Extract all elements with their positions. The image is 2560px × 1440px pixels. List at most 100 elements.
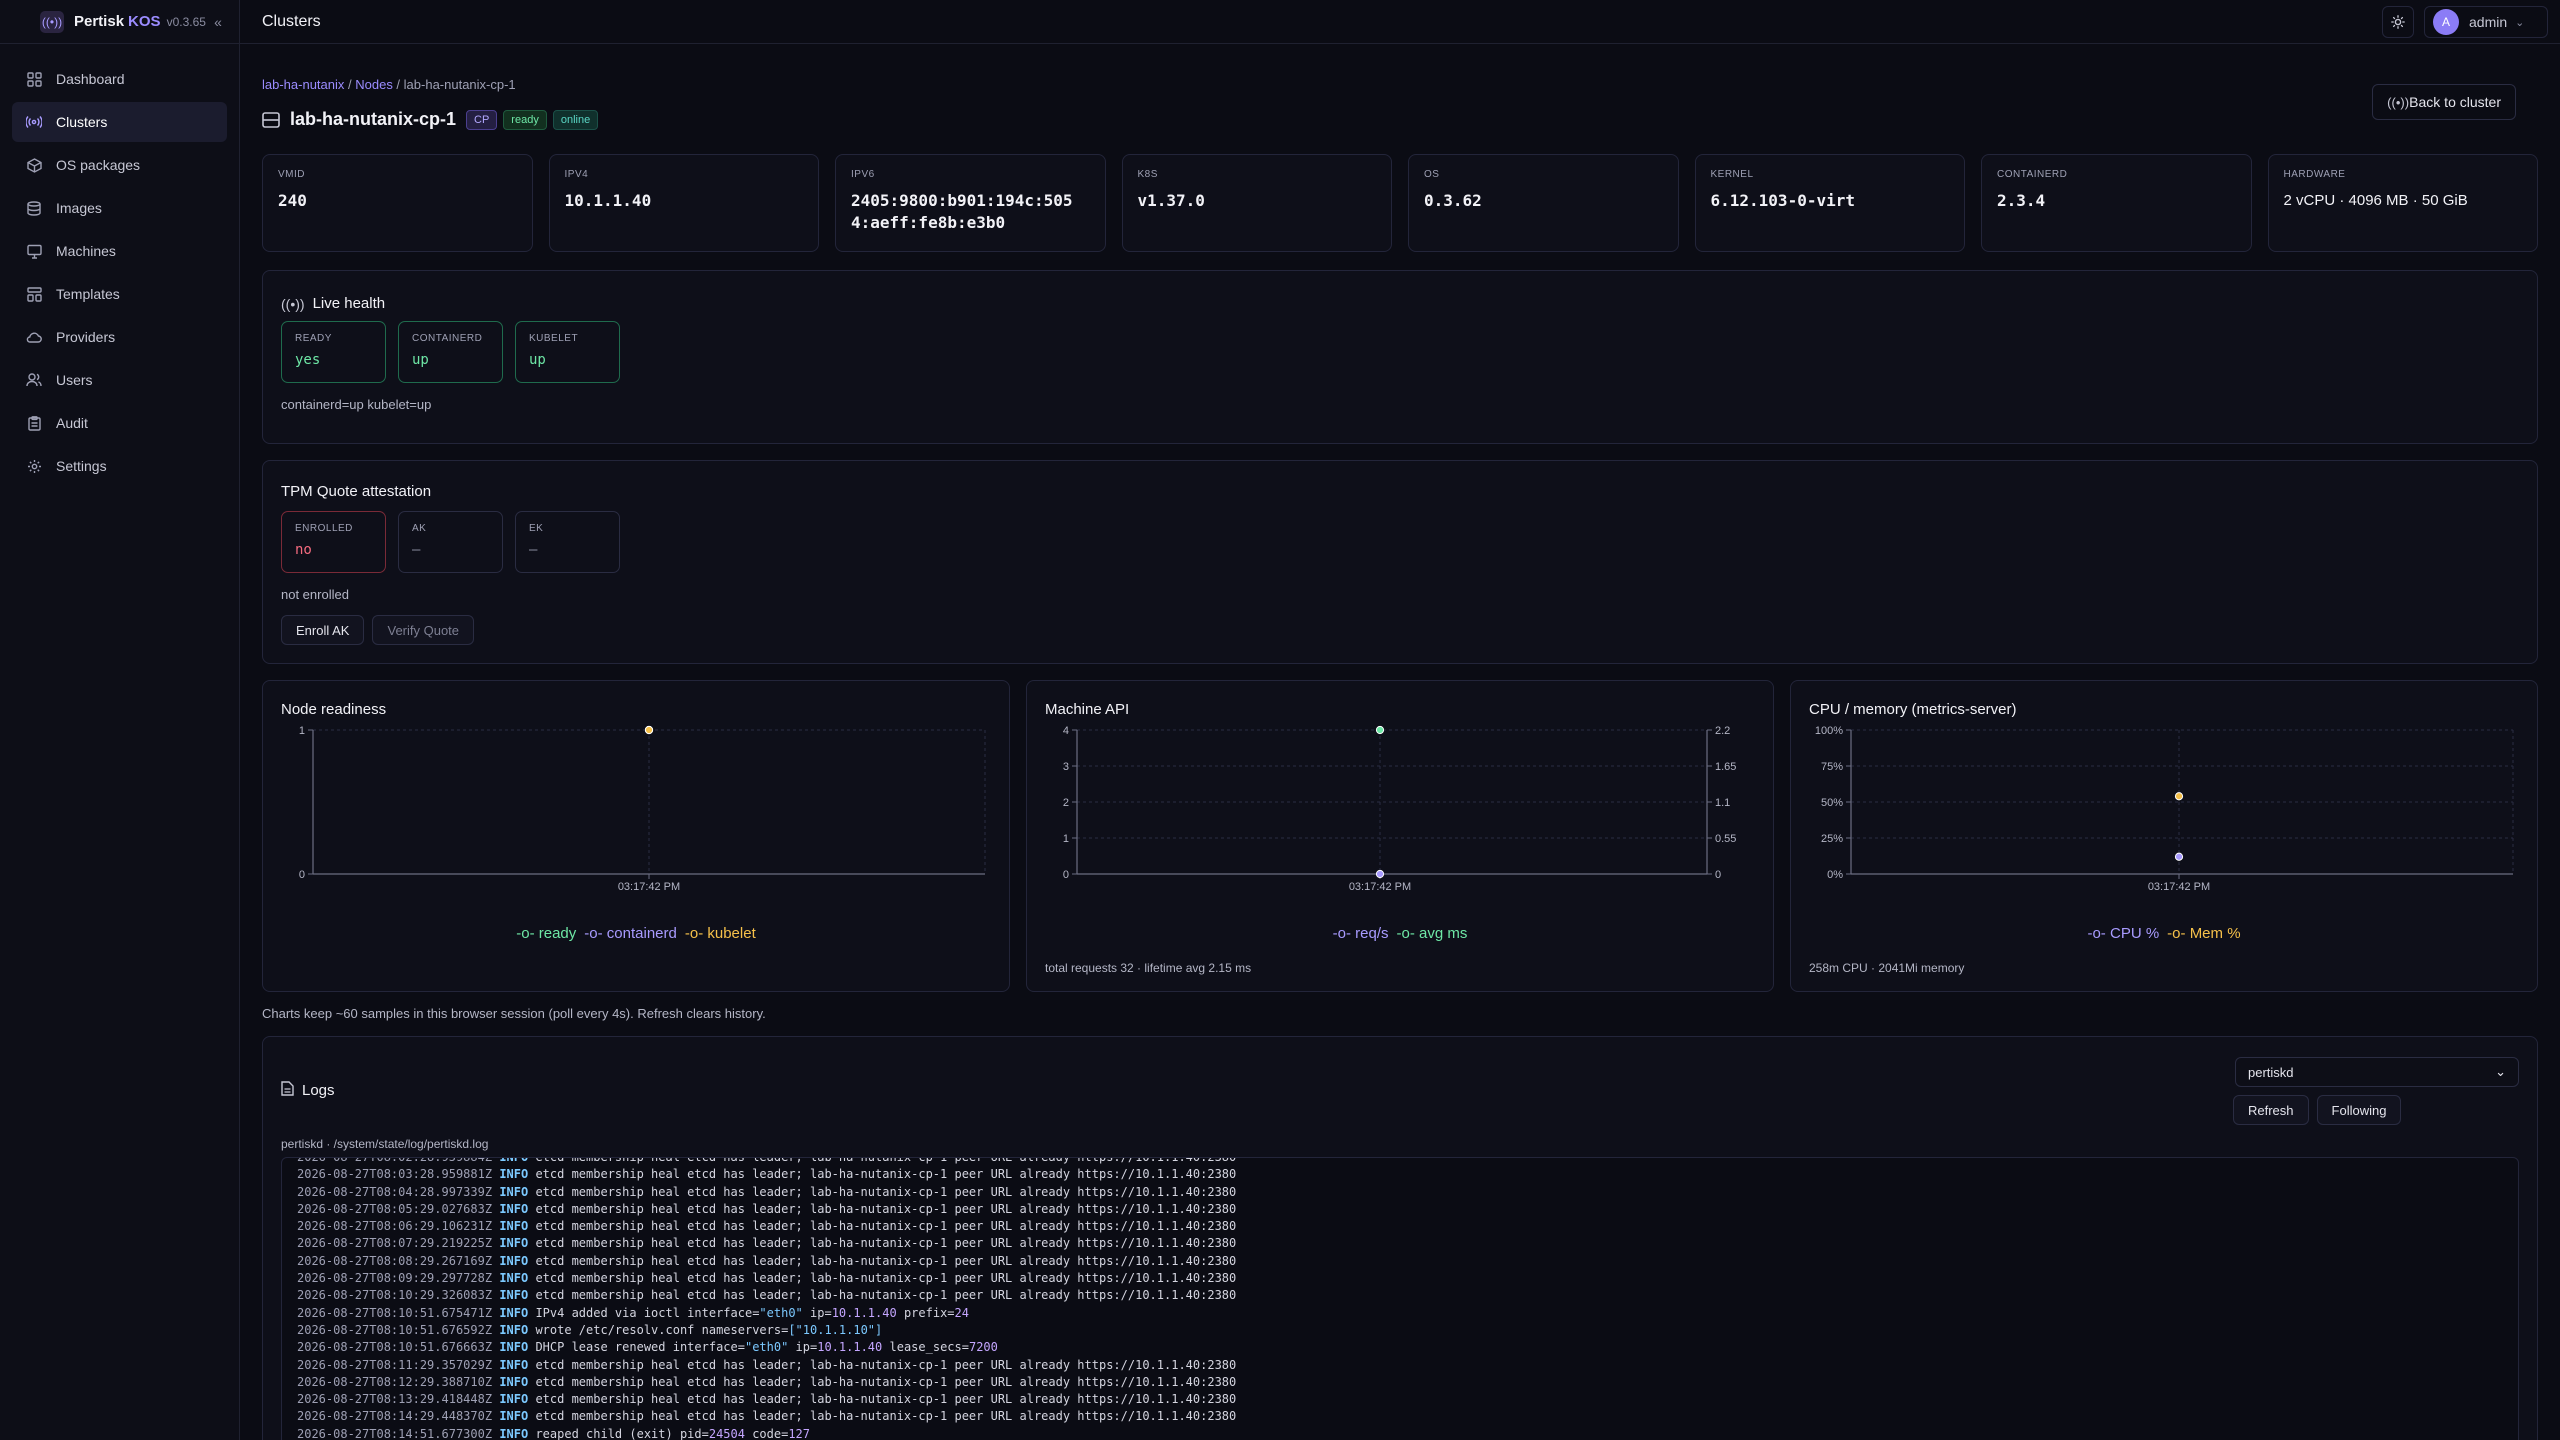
stat-value: 6.12.103-0-virt [1710,191,1856,210]
log-timestamp: 2026-08-27T08:10:29.326083Z [297,1288,493,1303]
log-timestamp: 2026-08-27T08:02:28.959884Z [297,1157,493,1164]
sidebar-item-dashboard[interactable]: Dashboard [12,59,227,99]
sidebar-item-settings[interactable]: Settings [12,446,227,486]
topbar: Clusters A admin ⌄ [240,0,2560,44]
stat-value: 2.3.4 [1997,191,2046,210]
log-timestamp: 2026-08-27T08:10:51.675471Z [297,1305,493,1320]
sidebar-item-images[interactable]: Images [12,188,227,228]
y-tick-label: 0% [1827,869,1843,881]
sidebar-item-label: Audit [56,415,88,431]
log-level: INFO [499,1426,529,1440]
sidebar-item-label: OS packages [56,157,141,173]
node-header: lab-ha-nutanix-cp-1 CP ready online [262,109,604,130]
node-title: lab-ha-nutanix-cp-1 [290,109,457,129]
pill-label: EK [529,523,544,534]
legend-item[interactable]: -o- CPU % [2087,925,2159,942]
file-icon [281,1081,294,1100]
log-level: INFO [499,1340,529,1355]
legend-item[interactable]: -o- ready [516,925,576,942]
log-message: etcd membership heal etcd has leader; la… [535,1184,1237,1199]
chart-legend: -o- CPU % -o- Mem % [1791,925,2537,942]
sidebar-item-label: Templates [56,286,120,302]
log-message: etcd membership heal etcd has leader; la… [535,1219,1237,1234]
x-tick-label: 03:17:42 PM [2148,881,2210,893]
sidebar-item-audit[interactable]: Audit [12,403,227,443]
log-source-select[interactable]: pertiskd ⌄ [2235,1057,2519,1087]
legend-label: kubelet [707,925,756,942]
sidebar-item-machines[interactable]: Machines [12,231,227,271]
log-path: pertiskd · /system/state/log/pertiskd.lo… [281,1137,489,1151]
verify-quote-button[interactable]: Verify Quote [372,615,475,645]
package-icon [26,157,42,173]
sidebar-item-templates[interactable]: Templates [12,274,227,314]
log-timestamp: 2026-08-27T08:13:29.418448Z [297,1392,493,1407]
brand-name: Pertisk [74,13,125,30]
legend-label: Mem % [2189,925,2241,942]
enroll-ak-button[interactable]: Enroll AK [281,615,365,645]
legend-label: ready [538,925,577,942]
page-title: Clusters [262,12,321,30]
sidebar-item-os-packages[interactable]: OS packages [12,145,227,185]
log-level: INFO [499,1271,529,1286]
y-tick-label: 75% [1821,761,1843,773]
y2-tick-label: 0.55 [1715,833,1736,845]
legend-item[interactable]: -o- req/s [1333,925,1389,942]
following-toggle-button[interactable]: Following [2316,1095,2402,1125]
theme-toggle-button[interactable] [2382,6,2414,38]
y-tick-label: 2 [1063,797,1069,809]
live-health-title: ((•)) Live health [281,295,385,312]
log-line: 2026-08-27T08:05:29.027683Z INFO etcd me… [297,1201,2518,1218]
breadcrumb-cluster-link[interactable]: lab-ha-nutanix [262,77,344,92]
ready-badge: ready [503,109,547,130]
y-tick-label: 3 [1063,761,1069,773]
log-line: 2026-08-27T08:07:29.219225Z INFO etcd me… [297,1235,2518,1252]
pill-label: AK [412,523,427,534]
sidebar-item-label: Clusters [56,114,108,130]
chevron-down-icon: ⌄ [2495,1064,2506,1079]
log-level: INFO [499,1157,529,1164]
grid-icon [26,71,42,87]
log-message: wrote /etc/resolv.conf nameservers=["10.… [535,1322,883,1337]
legend-item[interactable]: -o- avg ms [1397,925,1468,942]
log-line: 2026-08-27T08:12:29.388710Z INFO etcd me… [297,1374,2518,1391]
log-viewer[interactable]: 2026-08-27T08:02:28.959884Z INFO etcd me… [281,1157,2519,1440]
log-message: etcd membership heal etcd has leader; la… [535,1167,1237,1182]
legend-item[interactable]: -o- kubelet [685,925,756,942]
data-point-mem- [2174,792,2184,801]
y-tick-label: 1 [299,725,305,737]
sidebar-item-users[interactable]: Users [12,360,227,400]
legend-label: containerd [606,925,677,942]
chart-plot: 0 1 03:17:42 PM [299,725,986,893]
collapse-sidebar-icon[interactable]: « [208,12,228,32]
log-level: INFO [499,1374,529,1389]
legend-item[interactable]: -o- containerd [584,925,677,942]
y2-tick-label: 1.65 [1715,761,1736,773]
y2-tick-label: 1.1 [1715,797,1730,809]
log-message: etcd membership heal etcd has leader; la… [535,1374,1237,1389]
log-line: 2026-08-27T08:04:28.997339Z INFO etcd me… [297,1184,2518,1201]
log-level: INFO [499,1305,529,1320]
log-timestamp: 2026-08-27T08:14:51.677300Z [297,1426,493,1440]
user-menu[interactable]: A admin ⌄ [2424,6,2548,38]
x-tick-label: 03:17:42 PM [1349,881,1411,893]
cpu-memory-chart: CPU / memory (metrics-server) 0% 25% 50% 75… [1790,680,2538,992]
chart-plot: 0% 25% 50% 75% 100% 03:17:42 PM [1815,725,2514,893]
live-health-card: ((•)) Live health READY yes CONTAINERD up KU… [262,270,2538,444]
log-timestamp: 2026-08-27T08:09:29.297728Z [297,1271,493,1286]
y-tick-label: 4 [1063,725,1069,737]
log-line: 2026-08-27T08:06:29.106231Z INFO etcd me… [297,1218,2518,1235]
y2-tick-label: 2.2 [1715,725,1730,737]
tpm-card: TPM Quote attestation ENROLLED no AK — EK — n… [262,460,2538,664]
sidebar-item-label: Settings [56,458,107,474]
log-timestamp: 2026-08-27T08:10:51.676592Z [297,1322,493,1337]
y-tick-label: 50% [1821,797,1843,809]
stat-value: 0.3.62 [1424,191,1482,210]
back-to-cluster-button[interactable]: ((•)) Back to cluster [2372,84,2516,120]
refresh-logs-button[interactable]: Refresh [2233,1095,2309,1125]
pill-value: — [412,542,421,558]
sidebar-item-clusters[interactable]: Clusters [12,102,227,142]
legend-item[interactable]: -o- Mem % [2167,925,2240,942]
layout-icon [26,286,42,302]
breadcrumb-nodes-link[interactable]: Nodes [355,77,393,92]
sidebar-item-providers[interactable]: Providers [12,317,227,357]
